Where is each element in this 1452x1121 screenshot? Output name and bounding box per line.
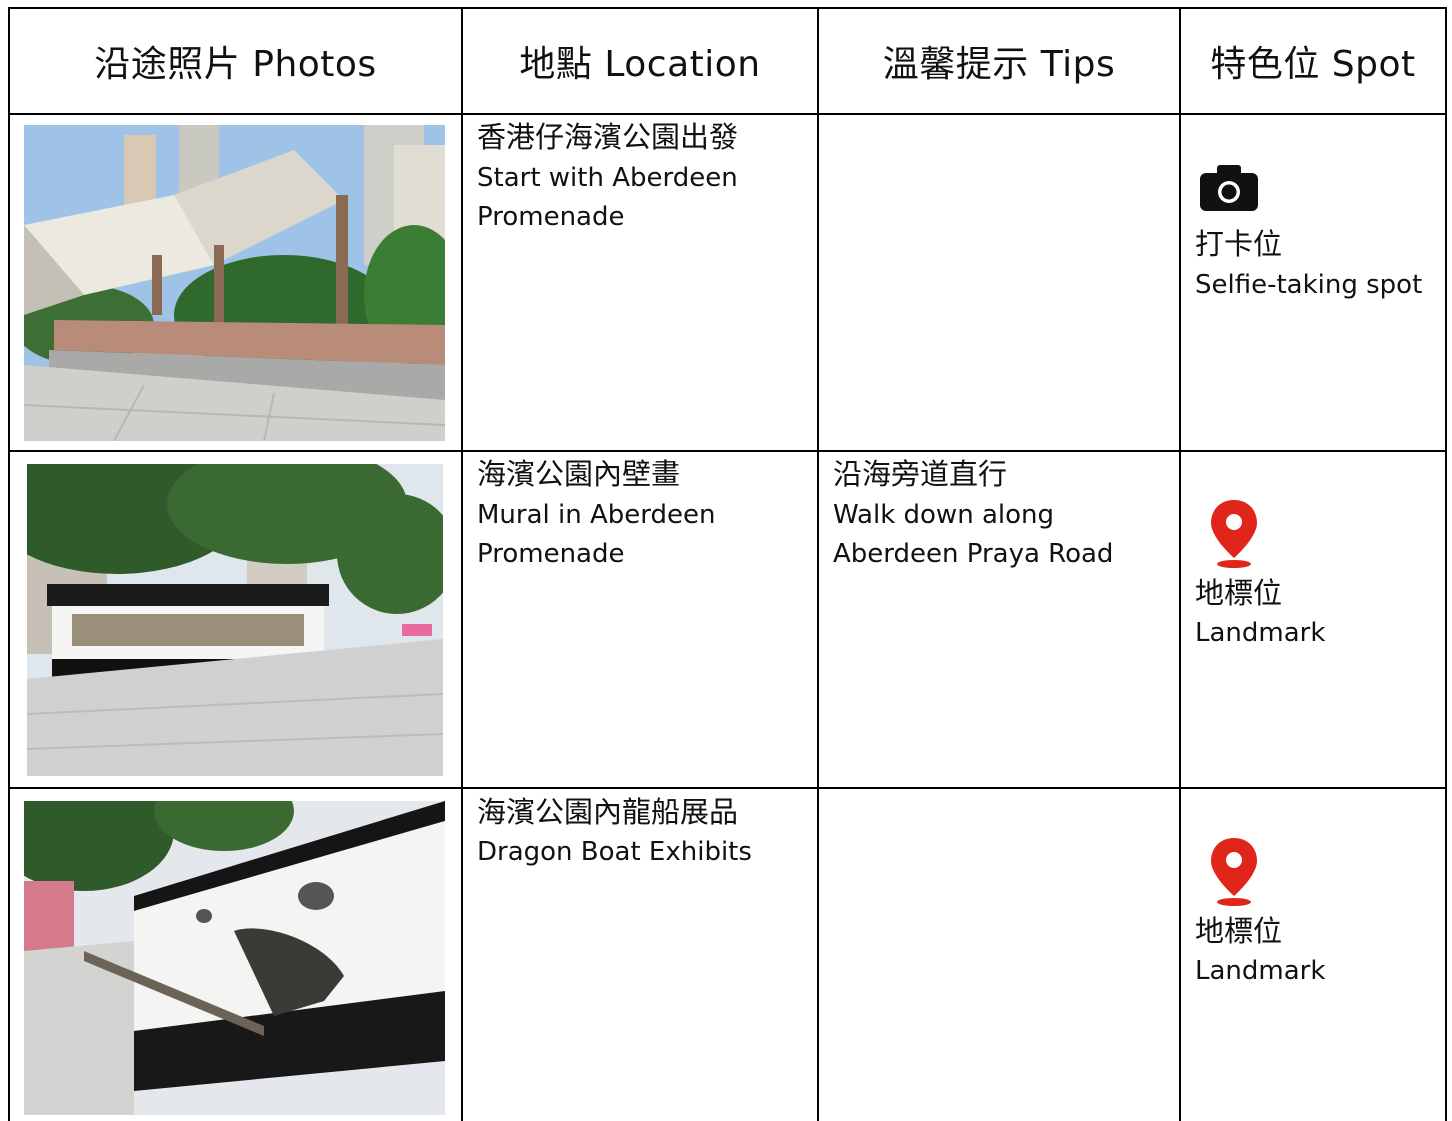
column-line	[1445, 7, 1447, 1121]
row-divider	[8, 787, 1447, 789]
dragon-boat-photo	[24, 801, 445, 1115]
header-location: 地點 Location	[519, 44, 761, 85]
route-table: 沿途照片 Photos 地點 Location 溫馨提示 Tips 特色位 Sp…	[8, 7, 1447, 1121]
header-spot: 特色位 Spot	[1210, 44, 1416, 85]
column-line	[8, 7, 10, 1121]
spot-en: Landmark	[1195, 618, 1326, 648]
header-divider	[8, 113, 1447, 115]
mural-wall-photo	[27, 464, 443, 776]
tips-en: Walk down along Aberdeen Praya Road	[833, 500, 1114, 569]
column-line	[461, 7, 463, 1121]
spot-en: Selfie-taking spot	[1195, 270, 1423, 300]
header-photos: 沿途照片 Photos	[94, 44, 377, 85]
location-zh: 海濱公園內龍船展品	[477, 795, 739, 829]
camera-icon	[1200, 165, 1258, 215]
promenade-canopy-photo	[24, 125, 445, 441]
location-en: Dragon Boat Exhibits	[477, 837, 752, 867]
tips-zh: 沿海旁道直行	[833, 457, 1008, 491]
map-pin-icon	[1209, 836, 1259, 912]
row-divider	[8, 450, 1447, 452]
column-line	[1179, 7, 1181, 1121]
location-en: Start with Aberdeen Promenade	[477, 163, 738, 232]
location-zh: 香港仔海濱公園出發	[477, 120, 739, 154]
spot-zh: 地標位	[1195, 914, 1283, 948]
spot-zh: 打卡位	[1195, 227, 1283, 261]
column-line	[817, 7, 819, 1121]
location-zh: 海濱公園內壁畫	[477, 457, 681, 491]
header-tips: 溫馨提示 Tips	[882, 44, 1116, 85]
location-en: Mural in Aberdeen Promenade	[477, 500, 716, 569]
spot-en: Landmark	[1195, 956, 1326, 986]
map-pin-icon	[1209, 498, 1259, 574]
spot-zh: 地標位	[1195, 576, 1283, 610]
